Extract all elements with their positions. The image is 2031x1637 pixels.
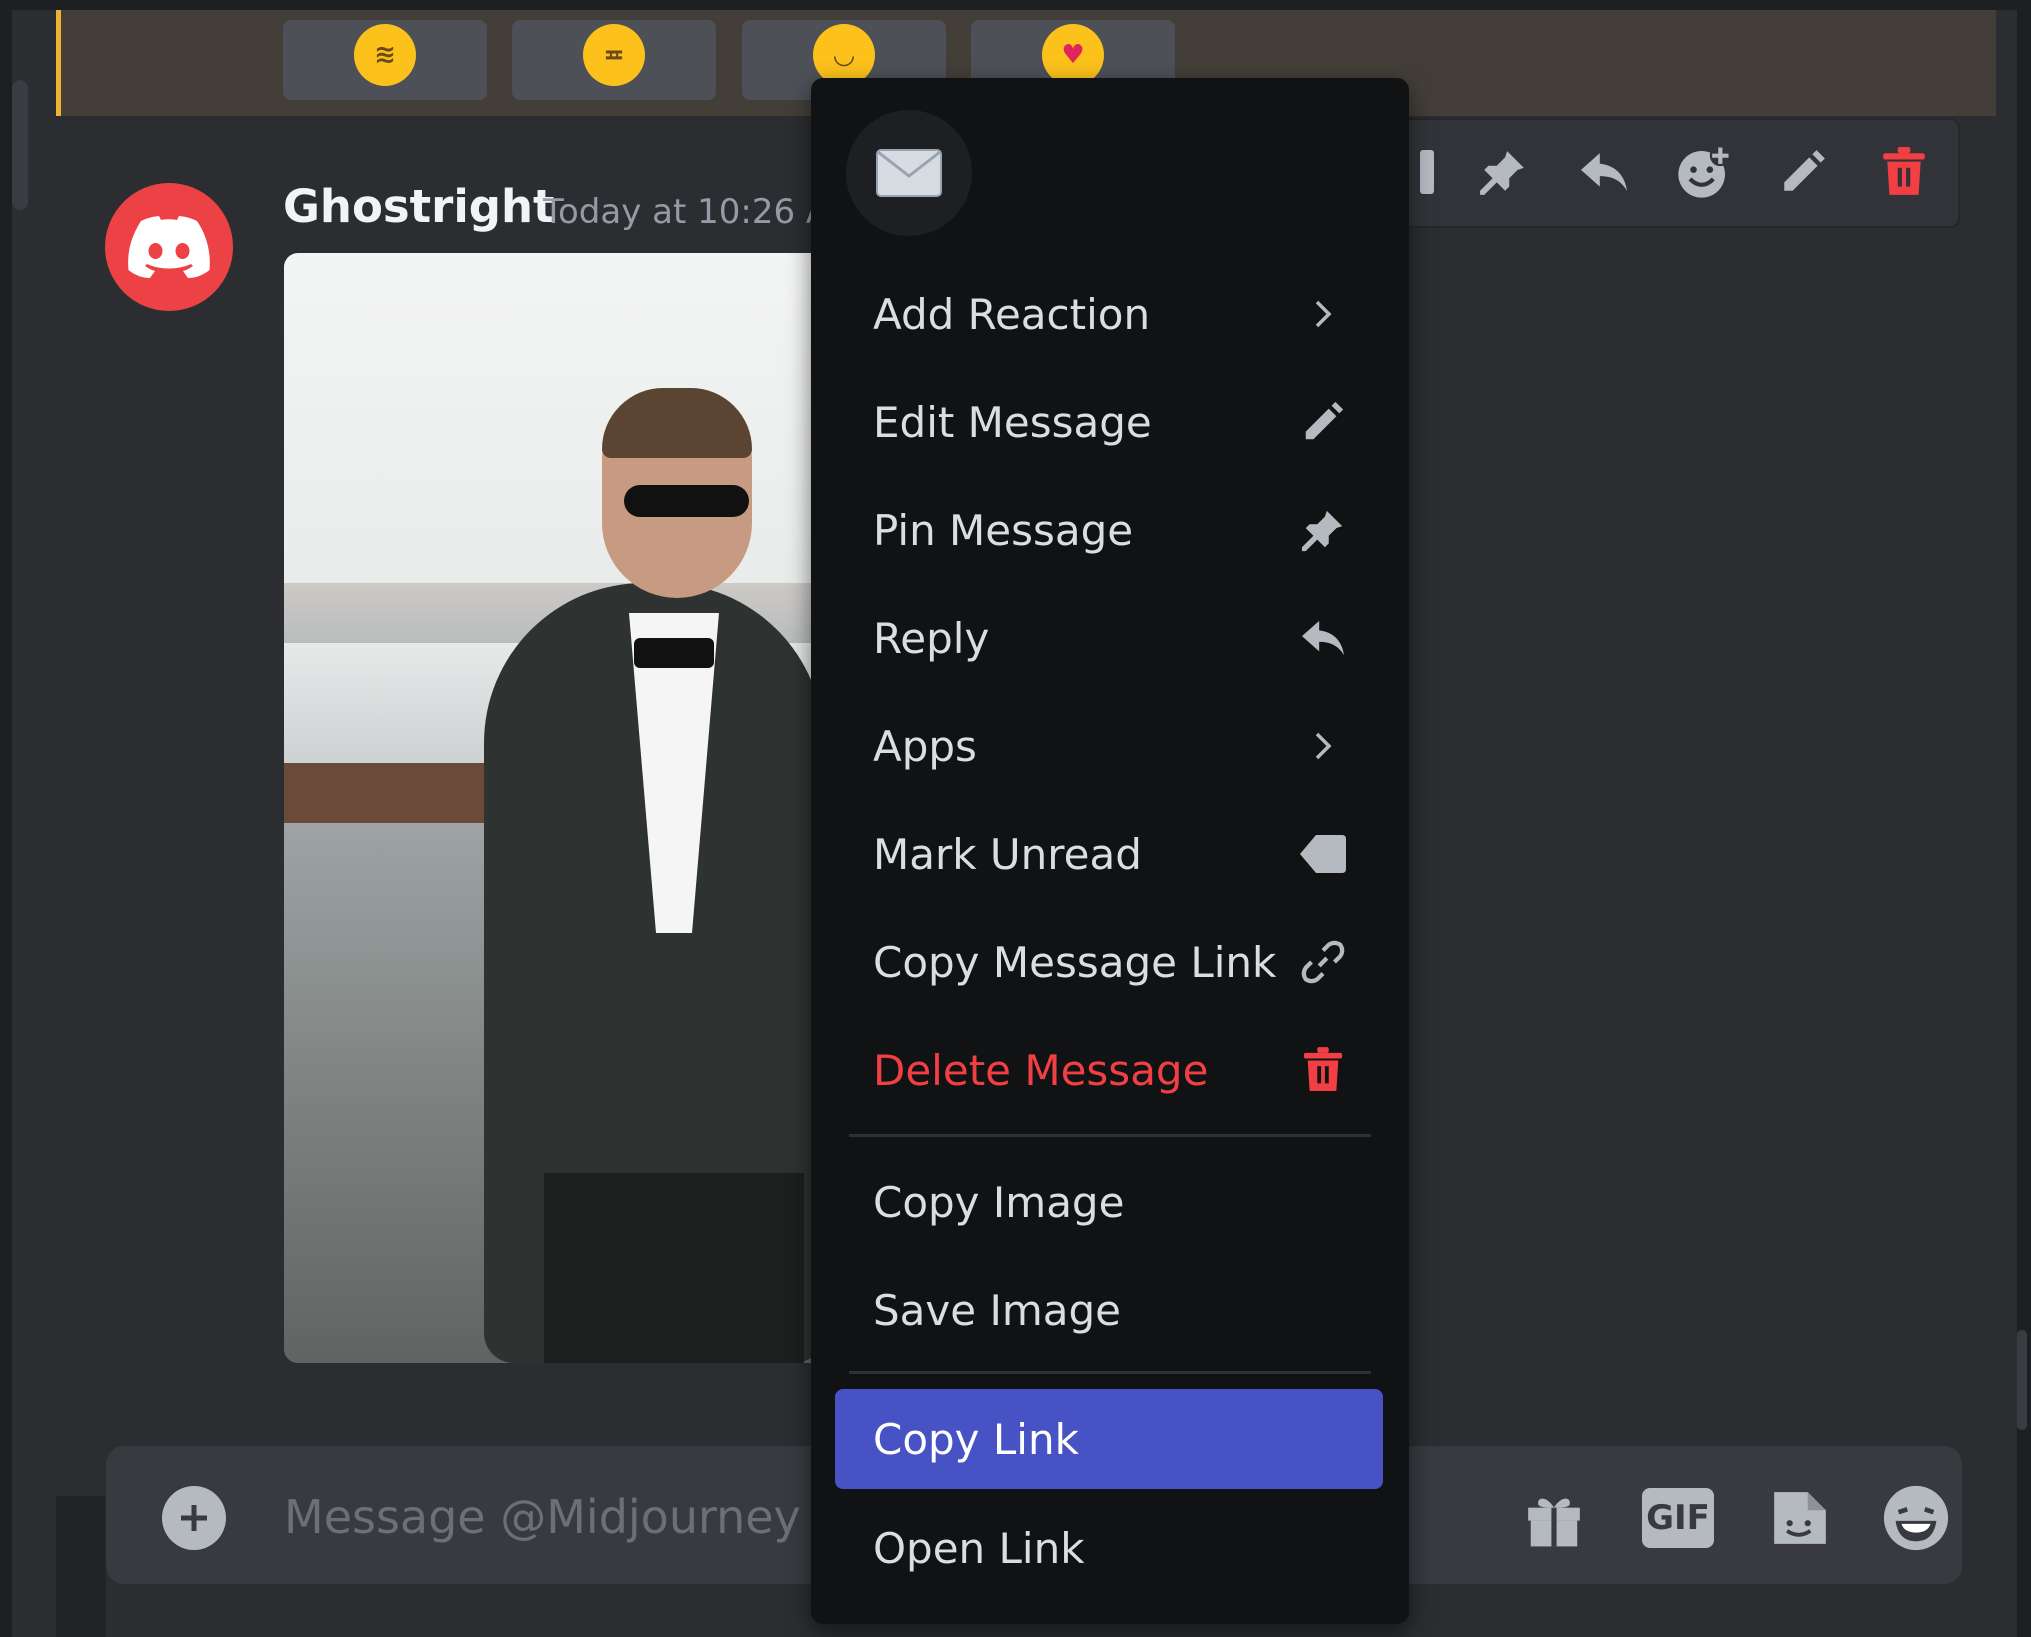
photo-trousers <box>544 1173 804 1363</box>
emoji-icon[interactable] <box>1880 1482 1952 1554</box>
menu-item-label: Delete Message <box>873 1045 1209 1095</box>
menu-edit-message[interactable]: Edit Message <box>835 372 1383 472</box>
menu-add-reaction[interactable]: Add Reaction <box>835 264 1383 364</box>
menu-reply[interactable]: Reply <box>835 588 1383 688</box>
server-rail <box>12 10 56 1637</box>
menu-item-label: Add Reaction <box>873 289 1151 339</box>
gif-label: GIF <box>1642 1488 1714 1548</box>
rail-scrollbar[interactable] <box>12 80 28 210</box>
mention-highlight-bar <box>56 10 61 116</box>
reply-icon <box>1295 610 1351 666</box>
menu-divider <box>849 1371 1371 1374</box>
chevron-right-icon <box>1295 286 1351 342</box>
photo-bowtie <box>634 638 714 668</box>
photo-attachment-icon[interactable] <box>284 253 844 1363</box>
message-shortcut-button[interactable] <box>846 110 972 236</box>
add-attachment-icon[interactable] <box>162 1486 226 1550</box>
menu-open-link[interactable]: Open Link <box>835 1498 1383 1598</box>
heart-eyes-face-icon: ♥ <box>1042 24 1104 86</box>
message-author[interactable]: Ghostright <box>283 180 555 233</box>
menu-mark-unread[interactable]: Mark Unread <box>835 804 1383 904</box>
mark-unread-icon <box>1295 826 1351 882</box>
menu-item-label: Copy Image <box>873 1177 1125 1227</box>
pencil-icon <box>1295 394 1351 450</box>
menu-item-label: Edit Message <box>873 397 1152 447</box>
window-top-edge <box>0 0 2031 10</box>
message-context-menu: Add Reaction Edit Message Pin Message Re… <box>811 78 1409 1624</box>
add-reaction-icon[interactable] <box>1676 144 1732 200</box>
chat-scrollbar[interactable] <box>2017 1330 2027 1430</box>
reaction-unamused[interactable]: ≖ <box>512 20 716 100</box>
menu-copy-image[interactable]: Copy Image <box>835 1152 1383 1252</box>
window-left-edge <box>0 0 12 1637</box>
menu-item-label: Copy Message Link <box>873 937 1277 987</box>
menu-delete-message[interactable]: Delete Message <box>835 1020 1383 1120</box>
gif-icon[interactable]: GIF <box>1642 1482 1714 1554</box>
message-timestamp[interactable]: Today at 10:26 A <box>543 192 829 232</box>
unamused-face-icon: ≖ <box>583 24 645 86</box>
confounded-face-icon: ≋ <box>354 24 416 86</box>
envelope-icon <box>876 149 942 197</box>
menu-pin-message[interactable]: Pin Message <box>835 480 1383 580</box>
menu-item-label: Copy Link <box>873 1414 1079 1464</box>
trash-icon <box>1295 1042 1351 1098</box>
menu-divider <box>849 1134 1371 1137</box>
menu-save-image[interactable]: Save Image <box>835 1260 1383 1360</box>
menu-apps[interactable]: Apps <box>835 696 1383 796</box>
menu-item-label: Mark Unread <box>873 829 1142 879</box>
pin-icon[interactable] <box>1475 144 1531 200</box>
menu-item-label: Apps <box>873 721 977 771</box>
grinning-face-icon: ◡ <box>813 24 875 86</box>
menu-item-label: Open Link <box>873 1523 1085 1573</box>
avatar[interactable] <box>105 183 233 311</box>
link-icon <box>1295 934 1351 990</box>
edit-icon[interactable] <box>1775 144 1831 200</box>
reaction-confounded[interactable]: ≋ <box>283 20 487 100</box>
message-hover-toolbar <box>1400 118 1960 228</box>
menu-copy-link[interactable]: Copy Link <box>835 1389 1383 1489</box>
photo-sunglasses <box>624 485 749 517</box>
sticker-icon[interactable] <box>1764 1482 1836 1554</box>
photo-hair <box>602 388 752 458</box>
reply-icon[interactable] <box>1576 144 1632 200</box>
menu-copy-message-link[interactable]: Copy Message Link <box>835 912 1383 1012</box>
menu-item-label: Pin Message <box>873 505 1134 555</box>
pin-icon <box>1295 502 1351 558</box>
chevron-right-icon <box>1295 718 1351 774</box>
gift-icon[interactable] <box>1518 1482 1590 1554</box>
menu-item-label: Reply <box>873 613 990 663</box>
trash-icon[interactable] <box>1876 144 1932 200</box>
discord-logo-icon <box>128 216 210 278</box>
mark-unread-icon[interactable] <box>1402 144 1458 200</box>
composer-left-shade <box>56 1496 106 1637</box>
menu-item-label: Save Image <box>873 1285 1121 1335</box>
message-input[interactable]: Message @Midjourney B <box>284 1490 847 1544</box>
